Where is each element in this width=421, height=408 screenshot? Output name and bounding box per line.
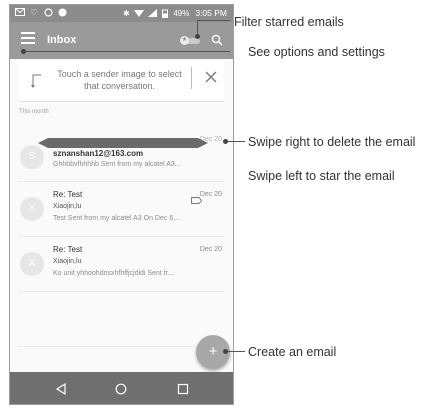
email-row[interactable]: X Re: Test Dec 20 Xiaojin,lu Test Sent f… xyxy=(10,182,233,234)
callout-line xyxy=(24,51,230,52)
callout-line xyxy=(225,351,245,352)
email-snippet: Test Sent from my alcatel A3 On Dec 6,..… xyxy=(53,215,181,222)
app-title: Inbox xyxy=(47,34,77,46)
back-icon[interactable] xyxy=(55,382,67,396)
menu-icon[interactable] xyxy=(21,32,35,46)
email-date: Dec 20 xyxy=(199,191,222,198)
callout-dot xyxy=(21,49,26,54)
sync-icon xyxy=(43,8,53,17)
label-icon xyxy=(191,191,203,204)
callout-swipe-delete: Swipe right to delete the email xyxy=(248,135,416,149)
record-icon xyxy=(57,8,67,17)
email-snippet: Ko unit yhhoohdnsxhfhffjcjdidi Sent fr..… xyxy=(53,270,174,277)
arrow-down-icon xyxy=(29,73,43,91)
close-icon[interactable] xyxy=(205,70,217,83)
callout-dot xyxy=(195,34,200,39)
recent-apps-icon[interactable] xyxy=(177,382,189,395)
tip-card: Touch a sender image to select that conv… xyxy=(19,61,224,102)
app-bar: Inbox ★ xyxy=(10,22,233,59)
callout-options: See options and settings xyxy=(248,45,385,59)
tip-text: Touch a sender image to select that conv… xyxy=(57,69,182,91)
star-icon: ★ xyxy=(180,36,189,45)
callout-dot xyxy=(223,349,228,354)
wifi-icon xyxy=(134,9,145,18)
row-divider xyxy=(19,291,224,292)
email-subject: Xiaojin,lu xyxy=(53,258,82,265)
email-subject: Xiaojin,lu xyxy=(53,203,82,210)
callout-create: Create an email xyxy=(248,345,337,359)
signal-icon xyxy=(147,8,157,18)
callout-line xyxy=(225,141,245,142)
search-icon[interactable] xyxy=(211,33,223,46)
battery-level: 49% xyxy=(173,8,190,18)
callout-line xyxy=(197,20,198,35)
phone-screen: ♡ ✱ 49% 3:05 PM Inbox ★ Touch a sender i… xyxy=(9,4,234,405)
battery-icon xyxy=(160,9,170,18)
callout-dot xyxy=(223,139,228,144)
navigation-bar xyxy=(10,372,233,404)
home-icon[interactable] xyxy=(115,382,127,395)
email-date: Dec 20 xyxy=(199,246,222,253)
avatar[interactable]: X xyxy=(20,197,44,221)
section-label: This month xyxy=(19,109,49,115)
row-divider xyxy=(19,346,224,347)
bluetooth-icon: ✱ xyxy=(122,8,130,18)
email-snippet: Ghhbbvfhhhhb Sent from my alcatel A3... xyxy=(53,161,181,168)
swipe-indicator-icon xyxy=(38,135,208,148)
mail-notification-icon xyxy=(15,8,25,17)
status-time: 3:05 PM xyxy=(195,8,227,18)
callout-filter: Filter starred emails xyxy=(234,15,344,29)
heart-icon: ♡ xyxy=(30,8,38,17)
email-row[interactable]: X Re: Test Dec 20 Xiaojin,lu Ko unit yhh… xyxy=(10,237,233,289)
email-sender: Re: Test xyxy=(53,245,83,254)
tip-divider xyxy=(191,67,192,89)
email-sender: sznanshan12@163.com xyxy=(53,149,144,158)
avatar[interactable]: X xyxy=(20,252,44,276)
email-sender: Re: Test xyxy=(53,190,83,199)
callout-swipe-star: Swipe left to star the email xyxy=(248,169,395,183)
avatar[interactable]: S xyxy=(20,145,44,169)
callout-line xyxy=(198,20,230,21)
